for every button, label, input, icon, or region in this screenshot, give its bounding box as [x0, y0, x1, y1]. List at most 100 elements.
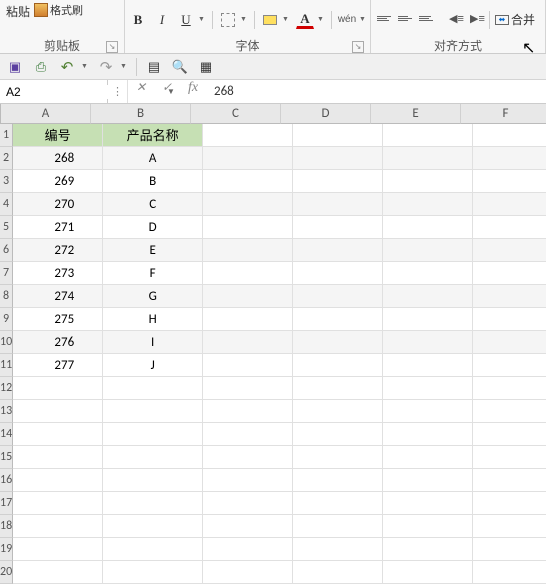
print-button[interactable]: ⎙ — [32, 58, 50, 76]
cancel-formula-button[interactable]: ✕ — [128, 80, 154, 103]
cell-f2[interactable] — [473, 147, 546, 170]
cell-a18[interactable] — [13, 515, 103, 538]
cell-d16[interactable] — [293, 469, 383, 492]
redo-button[interactable]: ↷ — [97, 58, 115, 76]
formula-input[interactable]: 268 — [206, 80, 546, 103]
col-header-a[interactable]: A — [1, 104, 91, 124]
cell-c19[interactable] — [203, 538, 293, 561]
cell-f1[interactable] — [473, 124, 546, 147]
cell-a10[interactable]: 276 — [13, 331, 103, 354]
cell-f12[interactable] — [473, 377, 546, 400]
cell-e10[interactable] — [383, 331, 473, 354]
row-header-20[interactable]: 20 — [0, 561, 13, 584]
row-header-16[interactable]: 16 — [0, 469, 13, 492]
cell-e6[interactable] — [383, 239, 473, 262]
align-top-button[interactable] — [375, 11, 393, 27]
cell-e9[interactable] — [383, 308, 473, 331]
row-header-18[interactable]: 18 — [0, 515, 13, 538]
cell-b3[interactable]: B — [103, 170, 203, 193]
cell-f5[interactable] — [473, 216, 546, 239]
cell-b19[interactable] — [103, 538, 203, 561]
cell-e14[interactable] — [383, 423, 473, 446]
cell-e16[interactable] — [383, 469, 473, 492]
row-header-15[interactable]: 15 — [0, 446, 13, 469]
cell-b1[interactable]: 产品名称 — [103, 124, 203, 147]
cell-e12[interactable] — [383, 377, 473, 400]
cell-d14[interactable] — [293, 423, 383, 446]
accept-formula-button[interactable]: ✓ — [154, 80, 180, 103]
cell-e11[interactable] — [383, 354, 473, 377]
cell-f18[interactable] — [473, 515, 546, 538]
cell-c9[interactable] — [203, 308, 293, 331]
cell-f13[interactable] — [473, 400, 546, 423]
cell-b11[interactable]: J — [103, 354, 203, 377]
format-painter-button[interactable]: 格式刷 — [34, 2, 83, 18]
cell-b17[interactable] — [103, 492, 203, 515]
cell-a16[interactable] — [13, 469, 103, 492]
cell-c2[interactable] — [203, 147, 293, 170]
cell-f17[interactable] — [473, 492, 546, 515]
cell-e19[interactable] — [383, 538, 473, 561]
row-header-4[interactable]: 4 — [0, 193, 13, 216]
cell-e15[interactable] — [383, 446, 473, 469]
cell-a12[interactable] — [13, 377, 103, 400]
row-header-7[interactable]: 7 — [0, 262, 13, 285]
cell-e7[interactable] — [383, 262, 473, 285]
col-header-c[interactable]: C — [191, 104, 281, 124]
cell-a4[interactable]: 270 — [13, 193, 103, 216]
row-header-14[interactable]: 14 — [0, 423, 13, 446]
cell-b13[interactable] — [103, 400, 203, 423]
row-header-19[interactable]: 19 — [0, 538, 13, 561]
cell-b5[interactable]: D — [103, 216, 203, 239]
cell-e17[interactable] — [383, 492, 473, 515]
cell-f4[interactable] — [473, 193, 546, 216]
col-header-b[interactable]: B — [91, 104, 191, 124]
cell-a6[interactable]: 272 — [13, 239, 103, 262]
underline-button[interactable]: U — [177, 11, 195, 29]
cell-d7[interactable] — [293, 262, 383, 285]
cell-d20[interactable] — [293, 561, 383, 584]
border-button[interactable] — [219, 11, 237, 29]
merge-button[interactable]: ⬌合并 — [493, 11, 535, 29]
cell-a8[interactable]: 274 — [13, 285, 103, 308]
cell-e13[interactable] — [383, 400, 473, 423]
cell-c13[interactable] — [203, 400, 293, 423]
row-header-13[interactable]: 13 — [0, 400, 13, 423]
cell-b15[interactable] — [103, 446, 203, 469]
cell-a17[interactable] — [13, 492, 103, 515]
cell-b9[interactable]: H — [103, 308, 203, 331]
cell-a5[interactable]: 271 — [13, 216, 103, 239]
cell-d12[interactable] — [293, 377, 383, 400]
cell-d15[interactable] — [293, 446, 383, 469]
fill-dropdown[interactable]: ▼ — [282, 16, 290, 23]
cell-a1[interactable]: 编号 — [13, 124, 103, 147]
bold-button[interactable]: B — [129, 11, 147, 29]
cell-d19[interactable] — [293, 538, 383, 561]
cell-c20[interactable] — [203, 561, 293, 584]
cell-d11[interactable] — [293, 354, 383, 377]
row-header-5[interactable]: 5 — [0, 216, 13, 239]
cell-c17[interactable] — [203, 492, 293, 515]
cell-c5[interactable] — [203, 216, 293, 239]
cell-d2[interactable] — [293, 147, 383, 170]
cell-d4[interactable] — [293, 193, 383, 216]
cell-f3[interactable] — [473, 170, 546, 193]
cell-f16[interactable] — [473, 469, 546, 492]
cell-a13[interactable] — [13, 400, 103, 423]
col-header-f[interactable]: F — [461, 104, 546, 124]
font-color-button[interactable]: A — [296, 11, 314, 29]
cell-d5[interactable] — [293, 216, 383, 239]
cell-a20[interactable] — [13, 561, 103, 584]
cell-f8[interactable] — [473, 285, 546, 308]
cell-e5[interactable] — [383, 216, 473, 239]
cell-b8[interactable]: G — [103, 285, 203, 308]
italic-button[interactable]: I — [153, 11, 171, 29]
cell-b16[interactable] — [103, 469, 203, 492]
undo-dropdown[interactable]: ▼ — [81, 63, 89, 70]
phonetic-dropdown[interactable]: ▼ — [359, 16, 367, 23]
cell-a9[interactable]: 275 — [13, 308, 103, 331]
cell-e4[interactable] — [383, 193, 473, 216]
increase-indent-button[interactable]: ▶≡ — [468, 11, 486, 27]
cell-c14[interactable] — [203, 423, 293, 446]
qat-button-2[interactable]: 🔍 — [171, 58, 189, 76]
